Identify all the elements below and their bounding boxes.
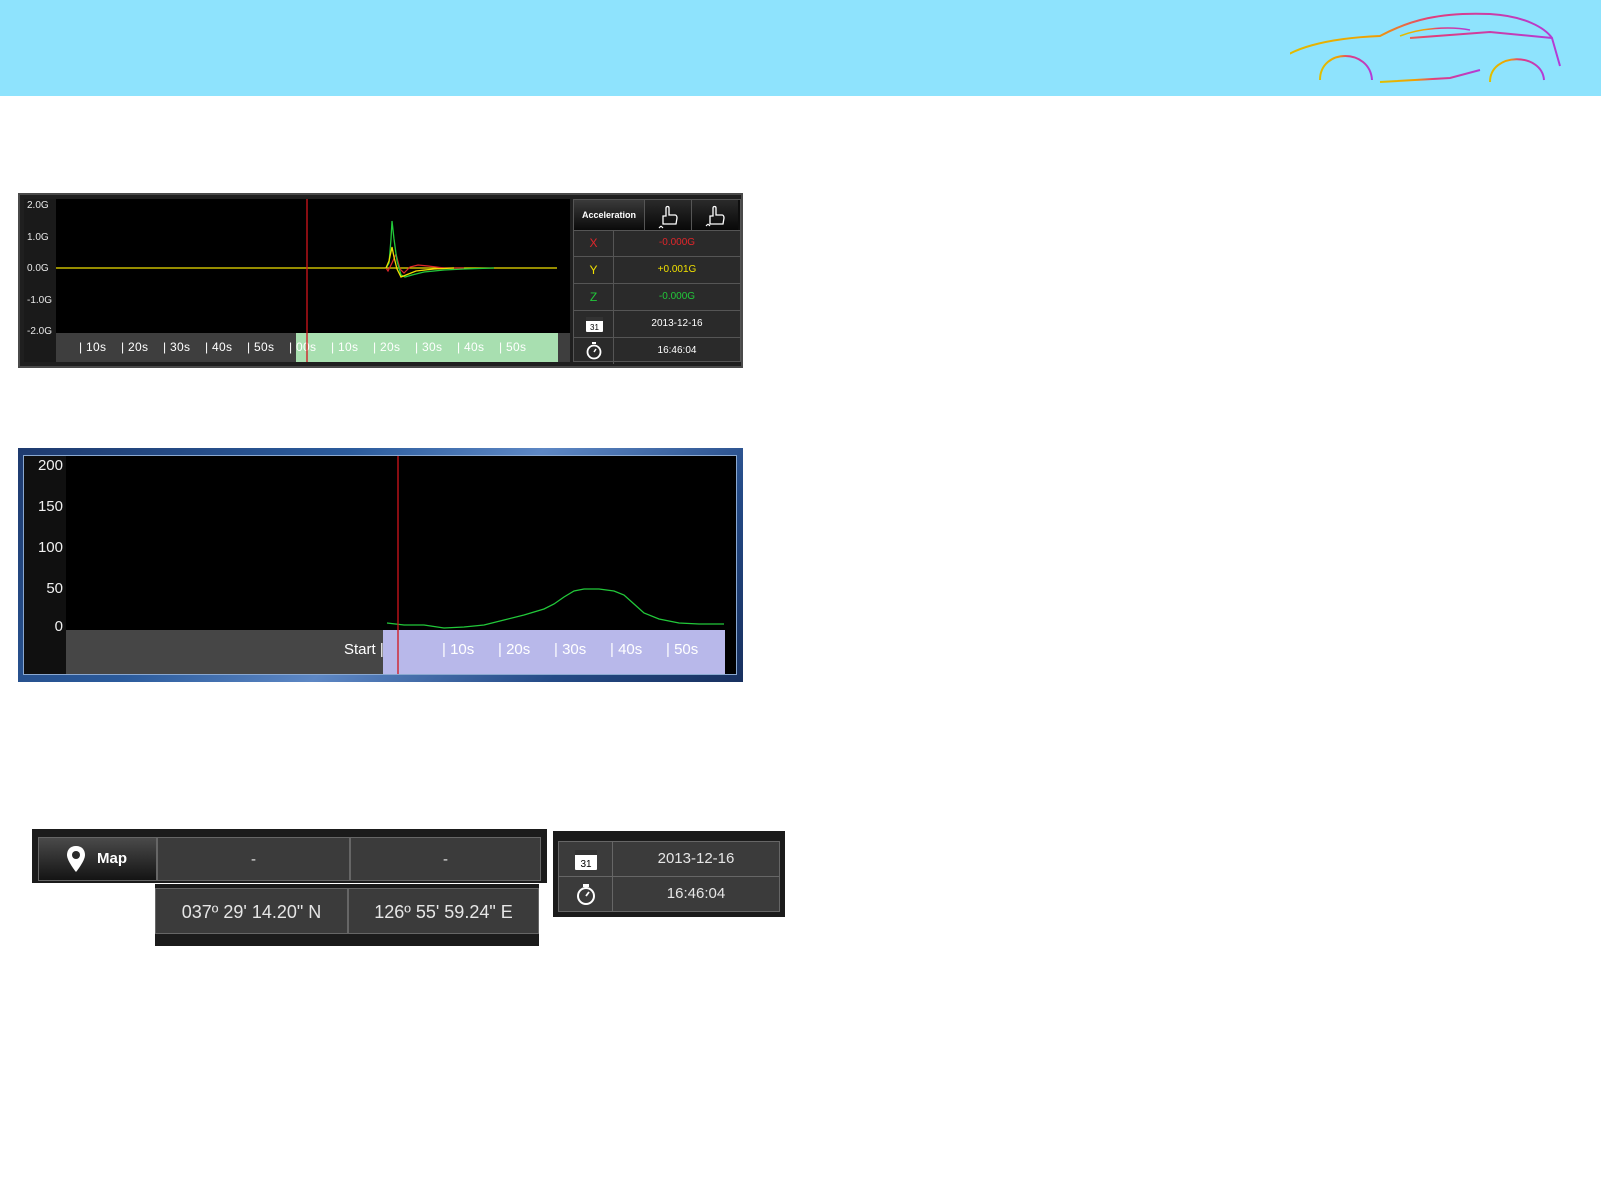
header-bar <box>0 0 1601 96</box>
date-row: 31 2013-12-16 <box>574 311 740 338</box>
hand-pointer-up-button[interactable] <box>644 200 691 230</box>
y-label: Y <box>574 257 614 283</box>
acceleration-label: Acceleration <box>574 200 644 230</box>
z-label: Z <box>574 284 614 310</box>
speed-graph: 200 150 100 50 0 Start | | 10s | 20s | 3… <box>23 455 737 675</box>
map-button[interactable]: Map <box>38 837 157 881</box>
acceleration-graph: 2.0G 1.0G 0.0G -1.0G -2.0G | 10s | 20s |… <box>24 199 570 362</box>
time-value: 16:46:04 <box>657 345 697 356</box>
speed-trace <box>386 588 724 629</box>
longitude-placeholder: - <box>350 837 541 881</box>
latitude-value: 037º 29' 14.20" N <box>155 888 348 934</box>
calendar-icon: 31 <box>559 842 613 876</box>
x-value: -0.000G <box>658 237 696 248</box>
time-row: 16:46:04 <box>574 338 740 365</box>
hand-pointer-up-icon <box>658 205 678 229</box>
car-logo-icon <box>1290 12 1561 83</box>
z-readout-row: Z -0.000G <box>574 284 740 311</box>
calendar-icon: 31 <box>574 311 614 337</box>
map-toolbar: Map - - <box>32 829 547 883</box>
stopwatch-icon <box>574 338 614 364</box>
x-label: X <box>574 230 614 256</box>
date-value: 2013-12-16 <box>651 318 703 329</box>
hand-pointer-down-icon <box>705 205 725 227</box>
x-readout-row: X -0.000G <box>574 230 740 257</box>
map-time-value: 16:46:04 <box>666 885 726 902</box>
z-value: -0.000G <box>658 291 696 302</box>
longitude-value: 126º 55' 59.24" E <box>348 888 539 934</box>
y-value: +0.001G <box>657 264 697 275</box>
speed-panel: 200 150 100 50 0 Start | | 10s | 20s | 3… <box>18 448 743 682</box>
coordinates-strip: 037º 29' 14.20" N 126º 55' 59.24" E <box>155 884 539 946</box>
y-readout-row: Y +0.001G <box>574 257 740 284</box>
speed-trace-layer <box>386 456 724 674</box>
map-datetime-panel: 31 2013-12-16 16:46:04 <box>553 831 785 917</box>
stopwatch-icon <box>559 877 613 911</box>
hand-pointer-down-button[interactable] <box>691 200 738 230</box>
map-date-value: 2013-12-16 <box>657 850 735 867</box>
acceleration-readout: Acceleration X -0.000G Y +0.001G Z -0.00… <box>573 199 741 365</box>
map-button-label: Map <box>97 850 127 867</box>
svg-text:31: 31 <box>580 859 592 870</box>
map-time-row: 16:46:04 <box>558 876 780 912</box>
map-pin-icon <box>67 846 85 872</box>
latitude-placeholder: - <box>157 837 350 881</box>
map-date-row: 31 2013-12-16 <box>558 841 780 877</box>
svg-text:31: 31 <box>590 323 599 332</box>
acceleration-header: Acceleration <box>574 200 740 231</box>
acceleration-traces <box>56 199 557 362</box>
acceleration-panel: 2.0G 1.0G 0.0G -1.0G -2.0G | 10s | 20s |… <box>18 193 743 368</box>
